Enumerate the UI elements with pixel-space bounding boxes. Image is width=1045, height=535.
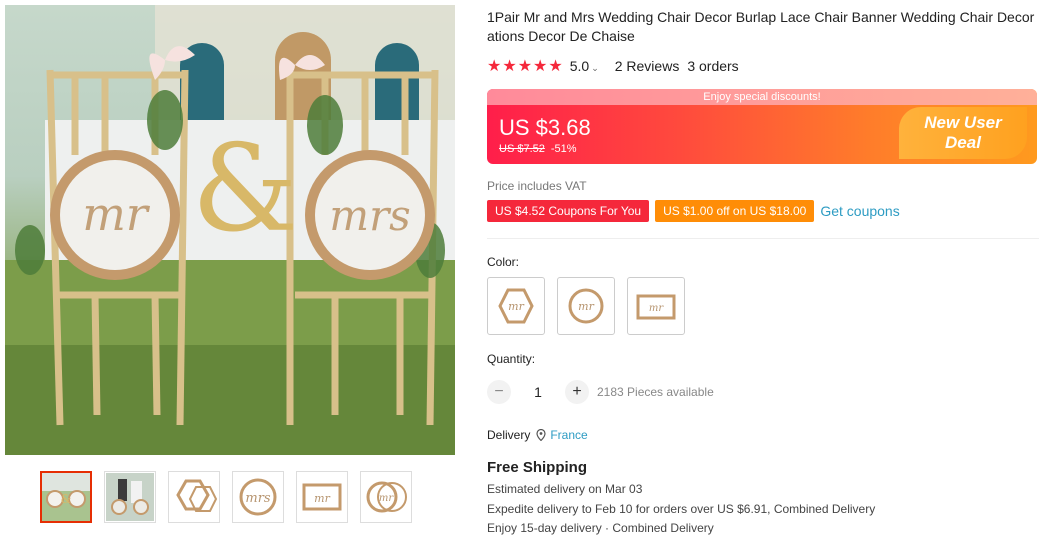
svg-text:&: & (61, 492, 72, 506)
coupon-for-you[interactable]: US $4.52 Coupons For You (487, 200, 650, 222)
svg-text:mr: mr (508, 300, 524, 313)
original-price-row: US $7.52 -51% (499, 143, 577, 155)
thumb-hexagon-sign[interactable] (168, 471, 220, 523)
rectangle-sign-icon: mr (636, 294, 676, 320)
vat-note: Price includes VAT (487, 179, 587, 193)
location-pin-icon (536, 429, 546, 441)
coupon-off[interactable]: US $1.00 off on US $18.00 (655, 200, 815, 222)
product-photo: mr mrs & (5, 5, 455, 455)
thumb-main-photo[interactable]: & (40, 471, 92, 523)
current-price: US $3.68 (499, 115, 591, 140)
deal-line-2: Deal (945, 133, 981, 152)
color-option-rectangle[interactable]: mr (627, 277, 685, 335)
thumb-main-photo-image: & (42, 473, 90, 521)
thumb-round-image: mrs (239, 478, 277, 516)
delivery-row: Delivery France (487, 428, 588, 442)
thumb-round-sign[interactable]: mrs (232, 471, 284, 523)
product-title: 1Pair Mr and Mrs Wedding Chair Decor Bur… (487, 9, 1035, 44)
color-option-round[interactable]: mr (557, 277, 615, 335)
sign-mr-text: mr (82, 187, 151, 241)
round-sign-icon: mr (568, 288, 604, 324)
thumb-rectangle-image: mr (302, 483, 342, 511)
get-coupons-link[interactable]: Get coupons (820, 203, 899, 219)
delivery-country-link[interactable]: France (550, 428, 587, 442)
delivery-label: Delivery (487, 428, 531, 442)
fast-delivery: Enjoy 15-day delivery · Combined Deliver… (487, 521, 714, 535)
svg-text:mr: mr (314, 492, 330, 505)
discount-banner-text: Enjoy special discounts! (487, 89, 1037, 105)
color-option-hexagon[interactable]: mr (487, 277, 545, 335)
reviews-link[interactable]: 2 Reviews (615, 58, 680, 74)
quantity-value[interactable]: 1 (511, 384, 565, 400)
pieces-available: 2183 Pieces available (597, 385, 714, 399)
estimated-delivery: Estimated delivery on Mar 03 (487, 482, 643, 496)
divider (487, 238, 1039, 239)
color-swatches: mr mr mr (487, 277, 685, 335)
thumb-bride-groom-photo[interactable] (104, 471, 156, 523)
thumb-round-pair-image: mr (366, 481, 407, 513)
thumb-hexagon-image (176, 479, 218, 512)
chevron-down-icon: ⌄ (591, 63, 599, 73)
coupon-row: US $4.52 Coupons For You US $1.00 off on… (487, 200, 900, 222)
ampersand-text: & (192, 120, 299, 259)
color-label: Color: (487, 255, 520, 269)
thumbnail-strip: & mrs mr mr (40, 471, 412, 523)
sign-mrs-text: mrs (329, 191, 410, 240)
quantity-plus-button[interactable]: + (565, 380, 589, 404)
shipping-title: Free Shipping (487, 459, 588, 476)
quantity-label: Quantity: (487, 352, 536, 366)
svg-text:mr: mr (649, 303, 664, 314)
discount-percent: -51% (550, 143, 577, 155)
thumb-round-pair-sign[interactable]: mr (360, 471, 412, 523)
svg-text:mr: mr (578, 300, 594, 313)
star-rating-icon: ★★★★★ (487, 58, 564, 75)
orders-count: 3 orders (687, 58, 739, 74)
svg-text:mrs: mrs (245, 491, 271, 506)
price-banner: Enjoy special discounts! US $3.68 US $7.… (487, 89, 1037, 164)
rating-score[interactable]: 5.0 ⌄ (570, 58, 599, 74)
quantity-stepper: − 1 + 2183 Pieces available (487, 380, 714, 404)
thumb-bride-groom-image (106, 473, 154, 521)
deal-line-1: New User (924, 113, 1002, 132)
quantity-minus-button[interactable]: − (487, 380, 511, 404)
svg-text:mr: mr (379, 493, 394, 504)
original-price: US $7.52 (499, 143, 545, 155)
rating-value: 5.0 (569, 58, 590, 74)
hexagon-sign-icon: mr (498, 288, 534, 324)
new-user-deal-badge[interactable]: New User Deal (899, 107, 1027, 159)
expedite-delivery: Expedite delivery to Feb 10 for orders o… (487, 502, 876, 516)
rating-row: ★★★★★ 5.0 ⌄ 2 Reviews 3 orders (487, 56, 739, 76)
main-product-image[interactable]: mr mrs & (5, 5, 455, 455)
thumb-rectangle-sign[interactable]: mr (296, 471, 348, 523)
